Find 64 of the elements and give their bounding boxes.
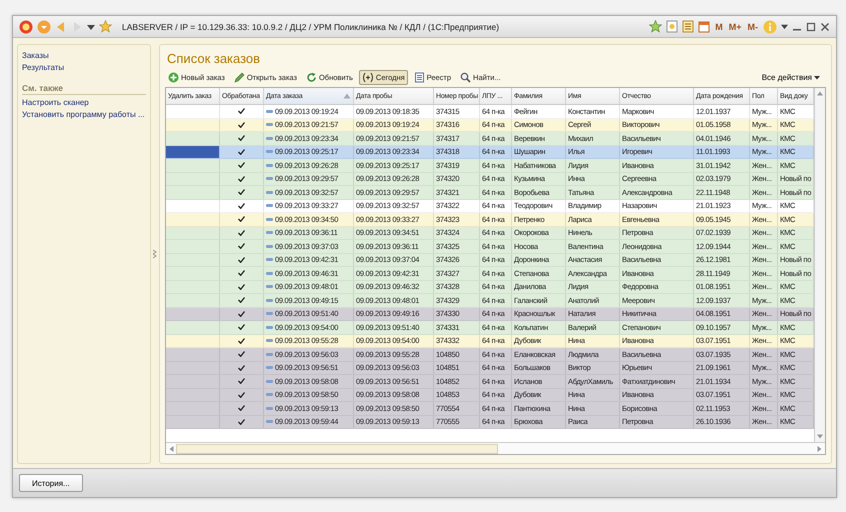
history-button[interactable]: История... (19, 474, 83, 492)
dash-icon (266, 231, 273, 234)
dash-icon (266, 366, 273, 370)
dash-icon (266, 244, 273, 248)
dash-icon (266, 312, 273, 316)
star-icon[interactable] (99, 20, 112, 33)
dash-icon (266, 406, 273, 410)
star-icon[interactable] (649, 20, 662, 33)
window-title: LABSERVER / IP = 10.129.36.33: 10.0.9.2 / ДЦ2 / УРМ Поликлиника № / КДЛ / (1С:Предприятие) (122, 22, 500, 32)
caret-icon (814, 75, 820, 80)
caret-icon[interactable] (87, 22, 95, 30)
dash-icon (266, 393, 273, 396)
dash-icon (266, 218, 273, 221)
app-logo-icon[interactable] (19, 20, 33, 34)
dash-icon (266, 164, 273, 167)
memory-button[interactable]: M+ (728, 22, 742, 32)
dash-icon (266, 352, 273, 356)
section-heading: См. также (22, 83, 146, 95)
dash-icon (266, 136, 273, 140)
dash-icon (266, 110, 273, 113)
dash-icon (266, 326, 273, 329)
caret-icon[interactable] (781, 23, 788, 30)
plus-icon (168, 72, 179, 83)
dash-icon (266, 123, 273, 126)
search-icon (460, 72, 472, 83)
calendar-icon[interactable] (698, 20, 710, 33)
scroll-down-icon[interactable] (817, 434, 823, 439)
dash-icon (266, 420, 273, 424)
memory-button[interactable]: M (714, 22, 724, 32)
dash-icon (266, 258, 273, 262)
memory-button[interactable]: M- (746, 22, 759, 32)
vertical-scrollbar[interactable] (814, 88, 825, 442)
dash-icon (266, 285, 273, 288)
restore-icon[interactable] (806, 22, 816, 32)
sort-icon (343, 93, 351, 99)
document-icon[interactable] (682, 20, 694, 33)
bookmark-icon[interactable] (666, 20, 678, 33)
scroll-right-icon[interactable] (817, 446, 822, 452)
close-icon[interactable] (820, 22, 830, 32)
dash-icon (266, 190, 273, 194)
dash-icon (266, 204, 273, 208)
menu-icon[interactable] (37, 20, 51, 34)
document-icon (414, 72, 425, 83)
sidebar-link[interactable]: Настроить сканер (22, 98, 146, 107)
sidebar-link[interactable]: Заказы (22, 51, 146, 60)
back-icon[interactable] (55, 20, 67, 32)
all-actions-menu[interactable]: Все действия (756, 72, 826, 83)
horizontal-scrollbar[interactable] (166, 442, 825, 454)
dash-icon (266, 177, 273, 180)
splitter-handle-icon[interactable] (153, 249, 157, 259)
sidebar-link[interactable]: Установить программу работы ... (22, 110, 146, 119)
scroll-left-icon[interactable] (169, 446, 174, 452)
dash-icon (266, 150, 273, 154)
dash-icon (266, 380, 273, 383)
dash-icon (266, 272, 273, 275)
scroll-up-icon[interactable] (817, 91, 823, 96)
pencil-icon (234, 72, 245, 83)
dash-icon (266, 339, 273, 342)
dash-icon (266, 298, 273, 302)
cell-cursor (166, 146, 219, 158)
sidebar-link[interactable]: Результаты (22, 63, 146, 72)
plus-in-brackets-icon (362, 72, 374, 83)
form-title: Список заказов (166, 50, 262, 68)
refresh-icon (306, 72, 317, 83)
